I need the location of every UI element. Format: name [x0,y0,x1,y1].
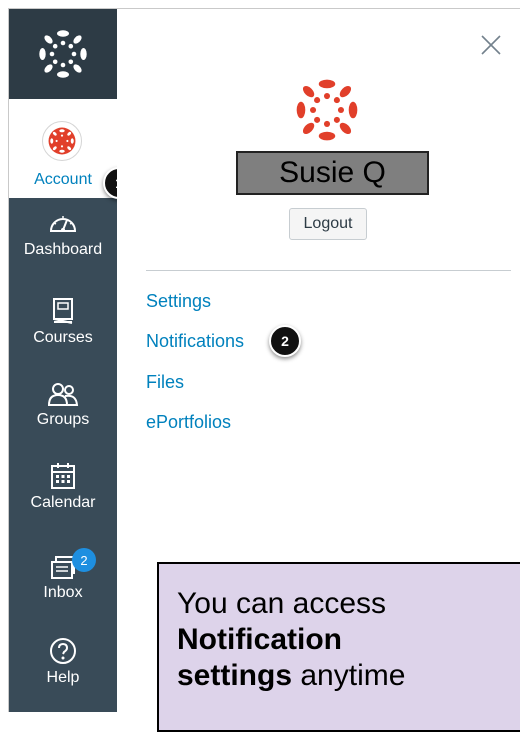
canvas-avatar-icon [48,127,76,155]
nav-item-help[interactable]: Help [9,637,117,687]
calendar-icon [51,463,75,489]
eportfolios-link[interactable]: ePortfolios [146,412,231,433]
close-icon[interactable] [478,32,504,58]
settings-link[interactable]: Settings [146,291,211,312]
user-name: Susie Q [236,151,429,195]
callout-line-3: settings anytime [177,658,520,694]
nav-item-courses-label: Courses [33,329,93,346]
account-avatar [42,121,82,161]
canvas-logo-link[interactable] [9,9,117,99]
instruction-callout: You can access Notification settings any… [157,562,520,732]
divider [146,270,511,271]
courses-icon [53,298,73,324]
inbox-unread-badge: 2 [72,548,96,572]
nav-item-dashboard-label: Dashboard [23,241,103,258]
callout-line-2: Notification [177,622,520,658]
nav-item-inbox-label: Inbox [43,584,83,601]
help-icon [50,638,76,664]
global-navigation: Account Dashboard Courses Groups Calenda… [9,9,117,712]
files-link[interactable]: Files [146,372,184,393]
nav-item-account[interactable]: Account [9,99,117,198]
callout-bold-2: settings [177,659,293,692]
canvas-logo-icon [296,79,358,141]
logout-button[interactable]: Logout [289,208,367,240]
nav-item-calendar-label: Calendar [30,494,96,511]
nav-item-groups-label: Groups [36,411,90,428]
step-marker-2: 2 [269,325,301,357]
nav-item-groups[interactable]: Groups [9,381,117,429]
notifications-link[interactable]: Notifications [146,331,244,352]
canvas-logo-icon [39,30,87,78]
nav-item-dashboard[interactable]: Dashboard [9,209,117,259]
callout-bold-1: Notification [177,623,342,656]
nav-item-calendar[interactable]: Calendar [9,462,117,512]
dashboard-icon [49,216,77,232]
nav-item-help-label: Help [46,669,80,686]
nav-item-account-label: Account [34,171,92,188]
nav-item-inbox[interactable]: 2 Inbox [9,548,117,602]
callout-rest: anytime [292,659,406,692]
callout-line-1: You can access [177,587,387,620]
nav-item-courses[interactable]: Courses [9,297,117,347]
groups-icon [47,383,79,406]
